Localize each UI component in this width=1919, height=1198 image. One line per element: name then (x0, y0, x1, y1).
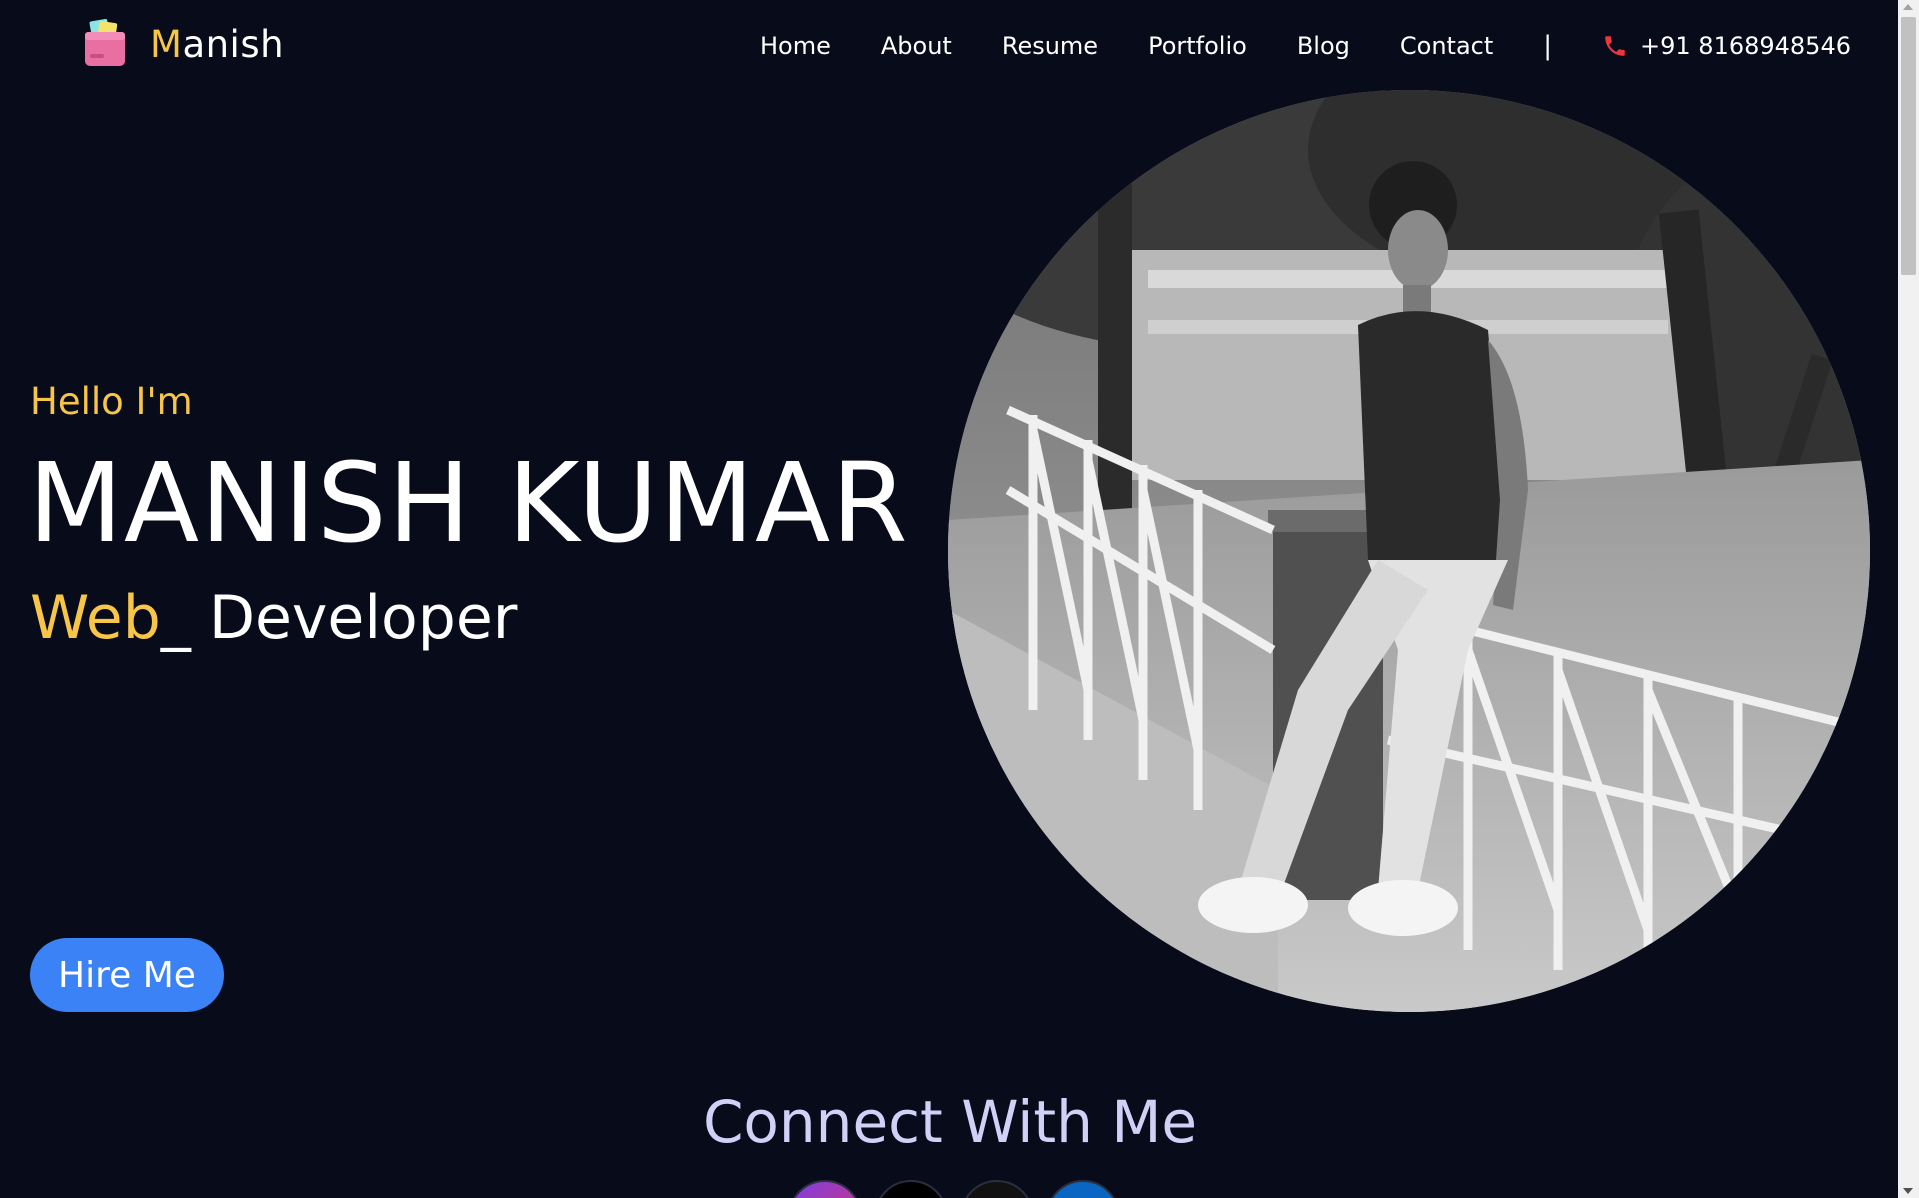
scroll-down-arrow[interactable] (1903, 1188, 1913, 1194)
linkedin-icon[interactable] (1046, 1180, 1120, 1198)
nav-blog[interactable]: Blog (1297, 32, 1350, 60)
hire-me-button[interactable]: Hire Me (30, 938, 224, 1012)
nav-contact[interactable]: Contact (1400, 32, 1493, 60)
portfolio-page: Manish Home About Resume Portfolio Blog … (0, 0, 1919, 1198)
scroll-up-arrow[interactable] (1903, 4, 1913, 10)
main-nav: Home About Resume Portfolio Blog Contact… (760, 26, 1901, 66)
hero-role: Web_ Developer (30, 583, 517, 653)
phone-link[interactable]: +91 8168948546 (1602, 32, 1851, 60)
phone-icon (1602, 33, 1628, 59)
typing-cursor: _ (160, 583, 191, 653)
role-text: Developer (208, 583, 518, 653)
github-icon[interactable] (960, 1180, 1034, 1198)
nav-about[interactable]: About (881, 32, 952, 60)
social-links (788, 1180, 1132, 1198)
nav-divider: | (1543, 31, 1553, 61)
nav-home[interactable]: Home (760, 32, 831, 60)
logo-text: Manish (150, 22, 285, 66)
logo[interactable]: Manish (82, 18, 284, 70)
profile-photo (948, 90, 1870, 1012)
instagram-icon[interactable] (788, 1180, 862, 1198)
phone-number: +91 8168948546 (1640, 32, 1851, 60)
connect-title: Connect With Me (702, 1088, 1198, 1156)
nav-portfolio[interactable]: Portfolio (1148, 32, 1247, 60)
hero-greeting: Hello I'm (30, 380, 193, 423)
scrollbar-thumb[interactable] (1901, 17, 1916, 275)
nav-resume[interactable]: Resume (1002, 32, 1098, 60)
folder-icon (82, 18, 128, 70)
role-typed-text: Web (30, 583, 161, 653)
vertical-scrollbar[interactable] (1898, 0, 1919, 1198)
x-icon[interactable] (874, 1180, 948, 1198)
hero-name: MANISH KUMAR (28, 439, 909, 567)
